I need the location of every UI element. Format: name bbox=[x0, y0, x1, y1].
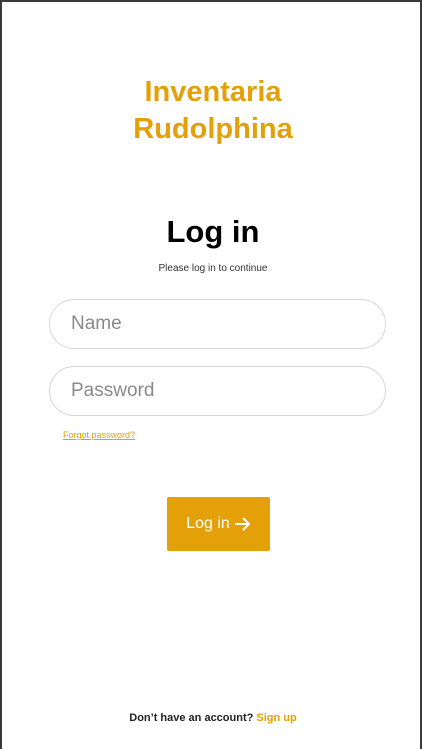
app-frame: Inventaria Rudolphina Log in Please log … bbox=[0, 0, 422, 749]
name-input[interactable] bbox=[49, 299, 386, 349]
signup-prompt-text: Don’t have an account? bbox=[129, 712, 254, 724]
signup-link[interactable]: Sign up bbox=[256, 712, 296, 724]
page-title: Log in bbox=[166, 214, 260, 249]
forgot-password-link[interactable]: Forgot password? bbox=[63, 430, 135, 440]
app-title-line-2: Rudolphina bbox=[133, 113, 293, 145]
app-title-line-1: Inventaria bbox=[144, 76, 282, 108]
signup-prompt: Don’t have an account? Sign up bbox=[2, 710, 422, 726]
login-button[interactable]: Log in bbox=[167, 497, 270, 551]
page-subtitle: Please log in to continue bbox=[158, 263, 268, 274]
login-button-label: Log in bbox=[186, 515, 230, 532]
password-input[interactable] bbox=[49, 366, 386, 416]
app-title: Inventaria Rudolphina bbox=[2, 74, 422, 148]
arrow-right-icon bbox=[234, 517, 251, 531]
